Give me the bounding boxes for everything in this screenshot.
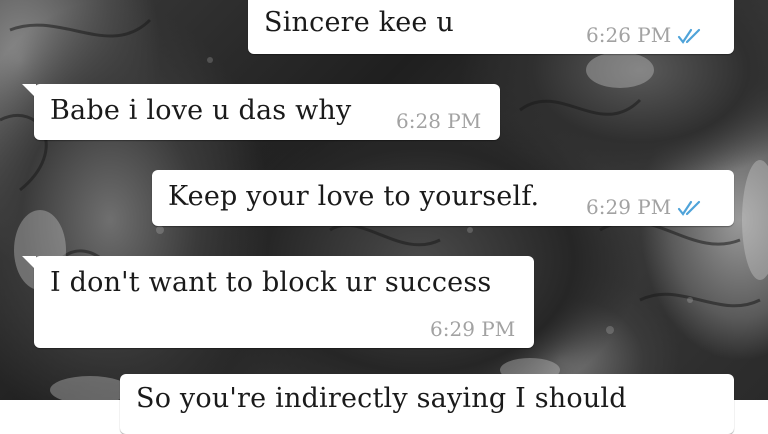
message-time: 6:29 PM (586, 195, 672, 219)
message-bubble-outgoing[interactable]: Keep your love to yourself. 6:29 PM (152, 170, 734, 226)
message-text: So you're indirectly saying I should (136, 383, 627, 414)
message-meta: 6:26 PM (586, 24, 705, 46)
message-time: 6:26 PM (586, 23, 672, 47)
message-text: Babe i love u das why (50, 95, 352, 126)
message-bubble-outgoing[interactable]: Sincere kee u 6:26 PM (248, 0, 734, 54)
message-meta: 6:29 PM (586, 196, 705, 218)
message-text: Keep your love to yourself. (168, 181, 540, 212)
double-tick-read-icon (678, 28, 701, 44)
message-text: I don't want to block ur success (50, 267, 492, 298)
double-tick-read-icon (678, 200, 701, 216)
message-text: Sincere kee u (264, 7, 454, 38)
message-time: 6:28 PM (396, 109, 482, 133)
bubble-tail (22, 84, 36, 98)
message-time: 6:29 PM (430, 317, 516, 341)
message-bubble-incoming[interactable]: I don't want to block ur success 6:29 PM (22, 256, 534, 348)
message-bubble-incoming[interactable]: Babe i love u das why 6:28 PM (22, 84, 500, 140)
bubble-tail (22, 256, 36, 270)
message-bubble-outgoing[interactable]: So you're indirectly saying I should (120, 374, 734, 434)
